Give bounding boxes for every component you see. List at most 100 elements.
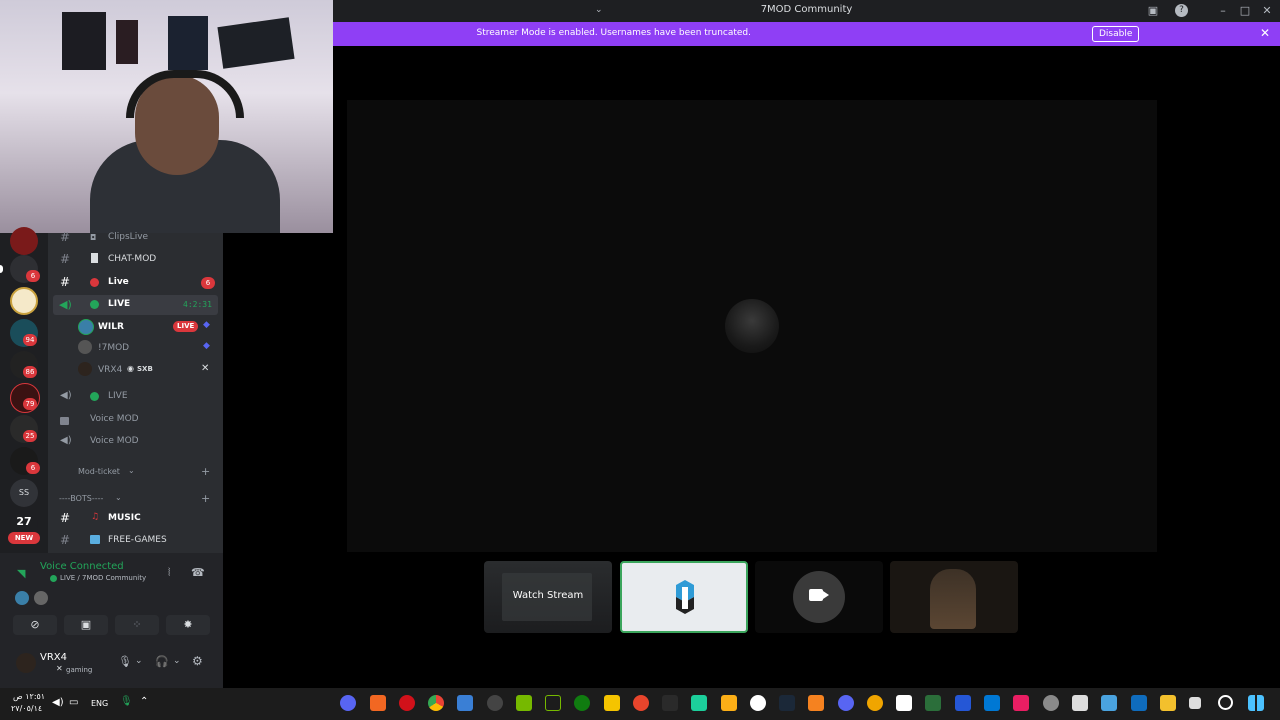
server-icon[interactable] xyxy=(10,287,38,315)
wall-poster xyxy=(217,17,295,69)
category-mod-ticket[interactable]: Mod-ticket ⌄ + xyxy=(48,463,223,483)
voice-user-vrx4[interactable]: VRX4 ◉ SXB ✕ xyxy=(48,360,223,380)
selected-participant-tile[interactable] xyxy=(620,561,748,633)
username[interactable]: VRX4 xyxy=(40,652,67,663)
task-view-icon[interactable] xyxy=(1189,697,1201,709)
close-button[interactable]: ✕ xyxy=(1259,3,1275,19)
channel-free-games[interactable]: # FREE-GAMES xyxy=(48,531,223,551)
user-avatar[interactable] xyxy=(16,653,36,673)
windows-start-icon[interactable] xyxy=(1248,695,1264,711)
green-status-dot xyxy=(90,392,99,401)
taskbar-time[interactable]: ١٢:٥١ ص xyxy=(13,692,45,701)
app-icon[interactable] xyxy=(955,695,971,711)
camera-icon: ◘ xyxy=(90,233,97,242)
watch-stream-tile[interactable]: Watch Stream xyxy=(484,561,612,633)
participant-video-tile[interactable] xyxy=(890,561,1018,633)
settings-gear-icon[interactable]: ⚙ xyxy=(192,654,203,668)
channel-clipslive[interactable]: # ◘ ClipsLive xyxy=(48,228,223,248)
channel-chat-mod[interactable]: # CHAT-MOD xyxy=(48,250,223,270)
xbox-icon[interactable] xyxy=(574,695,590,711)
app-icon[interactable] xyxy=(1072,695,1088,711)
server-icon[interactable] xyxy=(10,227,38,255)
voice-status[interactable]: Voice Connected xyxy=(40,561,124,572)
category-name: ----BOTS---- xyxy=(59,494,104,503)
app-icon[interactable] xyxy=(1013,695,1029,711)
text-server-icon[interactable]: SS xyxy=(10,479,38,507)
disconnect-icon[interactable]: ☎ xyxy=(191,566,205,579)
camera-off-button[interactable]: ⊘ xyxy=(13,615,57,635)
minimize-button[interactable]: – xyxy=(1215,3,1231,19)
app-icon[interactable] xyxy=(867,695,883,711)
voice-channel-voice-mod-locked[interactable]: Voice MOD xyxy=(48,410,223,430)
headphones-icon[interactable]: 🎧 xyxy=(155,655,169,668)
app-icon[interactable] xyxy=(1131,695,1147,711)
epic-games-icon[interactable] xyxy=(662,695,678,711)
avatar xyxy=(78,362,92,376)
voice-timer: 4:2:31 xyxy=(183,300,212,309)
steam-icon[interactable] xyxy=(750,695,766,711)
voice-user-wilr[interactable]: WILR LIVE ◆ xyxy=(48,317,223,337)
settings-icon[interactable] xyxy=(1043,695,1059,711)
close-banner-icon[interactable]: ✕ xyxy=(1260,26,1270,40)
app-icon[interactable] xyxy=(487,695,503,711)
soundboard-button[interactable]: ✸ xyxy=(166,615,210,635)
channel-music[interactable]: # ♫ MUSIC xyxy=(48,509,223,529)
inbox-icon[interactable]: ▣ xyxy=(1145,3,1161,19)
app-icon[interactable] xyxy=(925,695,941,711)
soundboard-icon[interactable]: ⦚ xyxy=(168,566,170,580)
voice-channel-live-active[interactable]: ◀) LIVE 4:2:31 xyxy=(53,295,218,315)
microphone-icon[interactable]: 🎙 xyxy=(120,696,133,707)
help-icon[interactable]: ? xyxy=(1175,4,1188,17)
category-bots[interactable]: ----BOTS---- ⌄ + xyxy=(48,490,223,510)
add-channel-icon[interactable]: + xyxy=(201,465,210,478)
nvidia-icon[interactable] xyxy=(516,695,532,711)
outlook-icon[interactable] xyxy=(984,695,1000,711)
app-icon[interactable] xyxy=(604,695,620,711)
add-channel-icon[interactable]: + xyxy=(201,492,210,505)
voice-channel-live[interactable]: ◀) LIVE xyxy=(48,387,223,407)
photos-icon[interactable] xyxy=(1101,695,1117,711)
wall-poster xyxy=(116,20,138,64)
opera-browser-icon[interactable] xyxy=(399,695,415,711)
screen-share-button[interactable]: ▣ xyxy=(64,615,108,635)
steam-icon[interactable] xyxy=(779,695,795,711)
document-icon xyxy=(91,253,98,263)
chrome-browser-icon[interactable] xyxy=(428,695,444,711)
hash-icon: # xyxy=(60,275,71,289)
capcut-icon[interactable] xyxy=(896,695,912,711)
nvidia-icon[interactable] xyxy=(545,695,561,711)
microphone-icon[interactable]: 🎙 xyxy=(118,655,132,668)
watch-stream-label: Watch Stream xyxy=(512,590,584,601)
chevron-up-icon[interactable]: ⌃ xyxy=(140,696,148,707)
app-icon[interactable] xyxy=(808,695,824,711)
search-icon[interactable] xyxy=(1218,695,1233,710)
file-explorer-icon[interactable] xyxy=(1160,695,1176,711)
streamer-mode-message: Streamer Mode is enabled. Usernames have… xyxy=(476,28,752,38)
chevron-down-icon[interactable]: ⌄ xyxy=(135,656,143,666)
channel-live[interactable]: # Live 6 xyxy=(48,273,223,293)
display-icon[interactable]: ▭ xyxy=(69,697,78,708)
app-icon[interactable] xyxy=(691,695,707,711)
activities-button[interactable]: ⁘ xyxy=(115,615,159,635)
voice-user-7mod[interactable]: !7MOD ◆ xyxy=(48,338,223,358)
language-indicator[interactable]: ENG xyxy=(91,699,108,708)
channel-name: FREE-GAMES xyxy=(108,535,167,545)
user-avatar xyxy=(725,299,779,353)
taskbar-date[interactable]: ٢٧/٠٥/١٤ xyxy=(11,704,42,713)
discord-app-icon[interactable] xyxy=(340,695,356,711)
disable-streamer-mode-button[interactable]: Disable xyxy=(1092,26,1140,42)
video-camera-lens xyxy=(823,591,829,599)
app-icon[interactable] xyxy=(457,695,473,711)
new-badge: NEW xyxy=(8,532,40,544)
discord-icon[interactable] xyxy=(838,695,854,711)
app-icon[interactable] xyxy=(370,695,386,711)
volume-icon[interactable]: ◀) xyxy=(52,697,64,708)
voice-location[interactable]: LIVE / 7MOD Community xyxy=(60,574,146,582)
rockstar-icon[interactable] xyxy=(721,695,737,711)
voice-channel-voice-mod[interactable]: ◀) Voice MOD xyxy=(48,432,223,452)
app-icon[interactable] xyxy=(633,695,649,711)
channel-name: Voice MOD xyxy=(90,414,139,424)
camera-tile[interactable] xyxy=(755,561,883,633)
maximize-button[interactable]: □ xyxy=(1237,3,1253,19)
chevron-down-icon[interactable]: ⌄ xyxy=(173,656,181,666)
